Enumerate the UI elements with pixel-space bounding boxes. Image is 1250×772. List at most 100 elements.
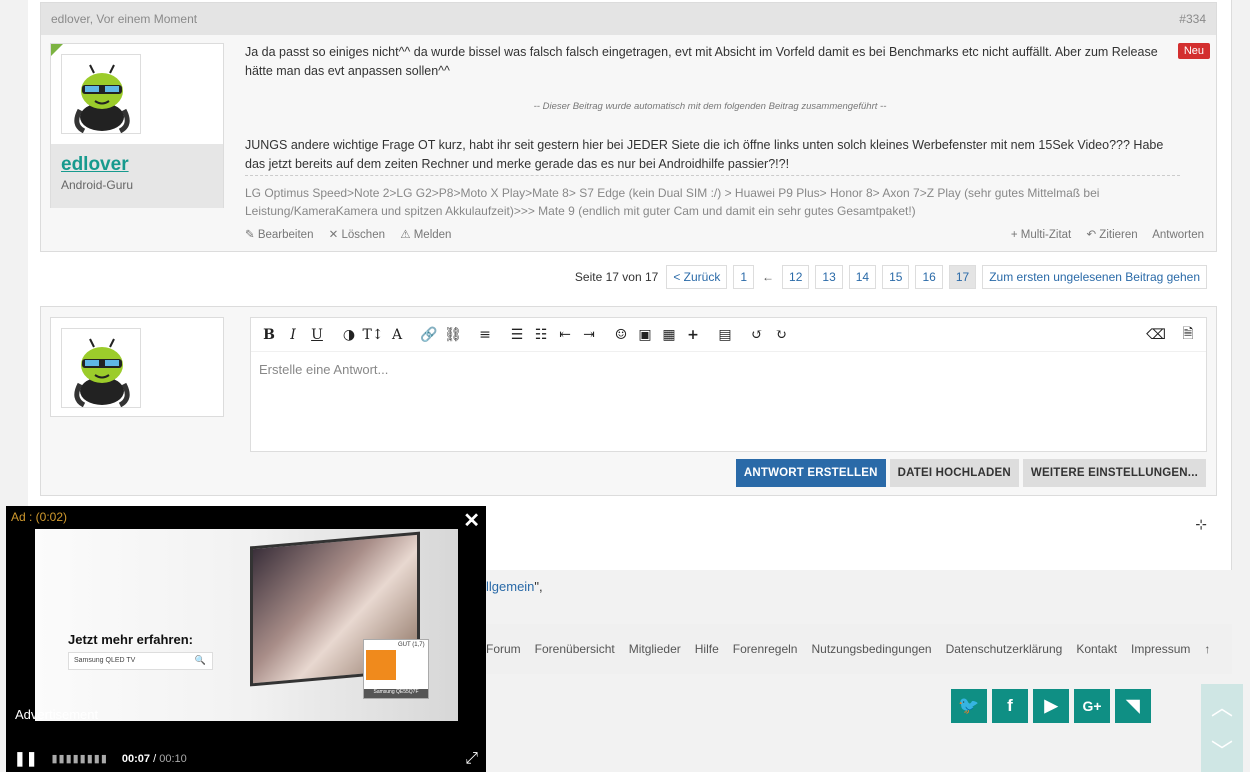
pencil-icon: ✎: [245, 229, 255, 241]
upload-file-button[interactable]: DATEI HOCHLADEN: [889, 459, 1019, 487]
quote-action[interactable]: ↶ Zitieren: [1086, 229, 1137, 241]
ad-video[interactable]: Jetzt mehr erfahren: Samsung QLED TV 🔍 G…: [35, 529, 458, 721]
username-link[interactable]: edlover: [61, 154, 213, 176]
merged-notice: -- Dieser Beitrag wurde automatisch mit …: [533, 101, 887, 112]
color-icon[interactable]: ◑: [337, 323, 361, 347]
page-16-button[interactable]: 16: [915, 265, 943, 289]
scroll-down-icon[interactable]: ﹀: [1201, 728, 1243, 772]
forum-post: edlover, Vor einem Moment #334 edlover A…: [40, 2, 1217, 252]
close-icon: ✕: [328, 229, 339, 241]
category-link[interactable]: llgemein: [486, 579, 534, 594]
test-seal-grade: GUT (1,7): [398, 642, 425, 648]
reply-input[interactable]: Erstelle eine Antwort...: [251, 352, 1206, 387]
footer-terms[interactable]: Nutzungsbedingungen: [811, 642, 931, 656]
eraser-icon[interactable]: ⌫: [1144, 323, 1168, 347]
italic-icon[interactable]: I: [281, 323, 305, 347]
more-settings-button[interactable]: WEITERE EINSTELLUNGEN...: [1022, 459, 1206, 487]
report-action[interactable]: ⚠ Melden: [400, 229, 451, 241]
time-current: 00:07: [121, 752, 151, 765]
footer-imprint[interactable]: Impressum: [1131, 642, 1190, 656]
volume-icon[interactable]: ▮▮▮▮▮▮▮▮: [51, 752, 107, 765]
footer-help[interactable]: Hilfe: [695, 642, 719, 656]
font-family-icon[interactable]: A: [385, 323, 409, 347]
post-header: edlover, Vor einem Moment #334: [41, 3, 1216, 35]
fullscreen-icon[interactable]: ⤢: [465, 750, 478, 768]
page-17-button[interactable]: 17: [948, 265, 977, 289]
time-total: 00:10: [159, 752, 187, 765]
search-icon: 🔍: [194, 655, 206, 665]
sitemap-icon[interactable]: ⊹: [1195, 516, 1207, 533]
google-plus-icon[interactable]: G+: [1074, 689, 1110, 723]
arrow-up-icon[interactable]: ↑: [1204, 642, 1210, 656]
footer-nav: Forum Forenübersicht Mitglieder Hilfe Fo…: [478, 624, 1232, 674]
page-13-button[interactable]: 13: [815, 265, 843, 289]
footer-forum-overview[interactable]: Forenübersicht: [535, 642, 615, 656]
post-number[interactable]: #334: [1179, 12, 1206, 26]
indent-icon[interactable]: ⇥: [577, 323, 601, 347]
footer-members[interactable]: Mitglieder: [629, 642, 681, 656]
bold-icon[interactable]: B: [257, 323, 281, 347]
avatar[interactable]: [61, 54, 141, 134]
post-text-1: Ja da passt so einiges nicht^^ da wurde …: [245, 45, 1158, 78]
save-icon[interactable]: ▤: [713, 323, 737, 347]
image-icon[interactable]: ▣: [633, 323, 657, 347]
new-badge: Neu: [1177, 43, 1210, 59]
user-info: edlover Android-Guru: [51, 144, 223, 208]
prev-page-button[interactable]: < Zurück: [666, 265, 728, 289]
post-content: Ja da passt so einiges nicht^^ da wurde …: [245, 43, 1175, 174]
test-seal: GUT (1,7) Samsung QE55Q7F: [363, 639, 429, 699]
multi-quote-action[interactable]: + Multi-Zitat: [1011, 229, 1071, 241]
font-size-icon[interactable]: T↕: [361, 323, 385, 347]
unlink-icon[interactable]: ⛓: [441, 323, 465, 347]
first-unread-button[interactable]: Zum ersten ungelesenen Beitrag gehen: [982, 265, 1207, 289]
close-icon[interactable]: ✕: [463, 508, 480, 533]
ad-label: Advertisement: [15, 707, 99, 722]
link-icon[interactable]: 🔗: [417, 323, 441, 347]
delete-action[interactable]: ✕ Löschen: [329, 229, 385, 241]
page-12-button[interactable]: 12: [782, 265, 810, 289]
reply-box: B I U ◑ T↕ A 🔗 ⛓ ≡ ☰ ☷ ⇤ ⇥ ☺ ▣ ▦ + ▤ ↺ ↻…: [40, 306, 1217, 496]
facebook-icon[interactable]: f: [992, 689, 1028, 723]
submit-reply-button[interactable]: ANTWORT ERSTELLEN: [735, 459, 886, 487]
footer-contact[interactable]: Kontakt: [1076, 642, 1117, 656]
numbered-list-icon[interactable]: ☷: [529, 323, 553, 347]
user-card: edlover Android-Guru: [50, 43, 224, 208]
page-14-button[interactable]: 14: [848, 265, 877, 289]
rss-icon[interactable]: ◥: [1115, 689, 1151, 723]
warning-icon: ⚠: [400, 229, 411, 241]
outdent-icon[interactable]: ⇤: [553, 323, 577, 347]
plus-icon[interactable]: +: [681, 323, 705, 347]
ad-headline: Jetzt mehr erfahren:: [68, 632, 193, 647]
post-author-time: edlover, Vor einem Moment: [51, 12, 198, 26]
footer-privacy[interactable]: Datenschutzerklärung: [946, 642, 1063, 656]
scroll-up-icon[interactable]: ︿: [1201, 684, 1243, 728]
avatar[interactable]: [61, 328, 141, 408]
category-link-text: llgemein",: [486, 579, 543, 594]
signature: LG Optimus Speed>Note 2>LG G2>P8>Moto X …: [245, 175, 1180, 220]
source-icon[interactable]: 🗎: [1176, 323, 1200, 347]
twitter-icon[interactable]: 🐦: [951, 689, 987, 723]
footer-forum[interactable]: Forum: [486, 642, 521, 656]
align-icon[interactable]: ≡: [473, 323, 497, 347]
page-15-button[interactable]: 15: [882, 265, 910, 289]
youtube-icon[interactable]: ▶: [1033, 689, 1069, 723]
footer-rules[interactable]: Forenregeln: [733, 642, 798, 656]
ad-countdown: Ad : (0:02): [11, 510, 68, 524]
page-jump-icon[interactable]: ←: [760, 266, 777, 288]
page-1-button[interactable]: 1: [733, 265, 755, 289]
media-icon[interactable]: ▦: [657, 323, 681, 347]
scroll-buttons: ︿ ﹀: [1201, 684, 1243, 772]
smiley-icon[interactable]: ☺: [609, 323, 633, 347]
editor-toolbar: B I U ◑ T↕ A 🔗 ⛓ ≡ ☰ ☷ ⇤ ⇥ ☺ ▣ ▦ + ▤ ↺ ↻…: [251, 318, 1206, 352]
ad-search-box: Samsung QLED TV 🔍: [68, 652, 213, 670]
underline-icon[interactable]: U: [305, 323, 329, 347]
redo-icon[interactable]: ↻: [769, 323, 793, 347]
edit-action[interactable]: ✎ Bearbeiten: [245, 229, 313, 241]
page-count-label: Seite 17 von 17: [574, 270, 659, 284]
reply-buttons: ANTWORT ERSTELLEN DATEI HOCHLADEN WEITER…: [735, 459, 1206, 487]
undo-icon[interactable]: ↺: [745, 323, 769, 347]
pause-icon[interactable]: ❚❚: [14, 750, 37, 767]
bullet-list-icon[interactable]: ☰: [505, 323, 529, 347]
social-links: 🐦 f ▶ G+ ◥: [951, 689, 1151, 723]
reply-action[interactable]: Antworten: [1152, 229, 1204, 241]
